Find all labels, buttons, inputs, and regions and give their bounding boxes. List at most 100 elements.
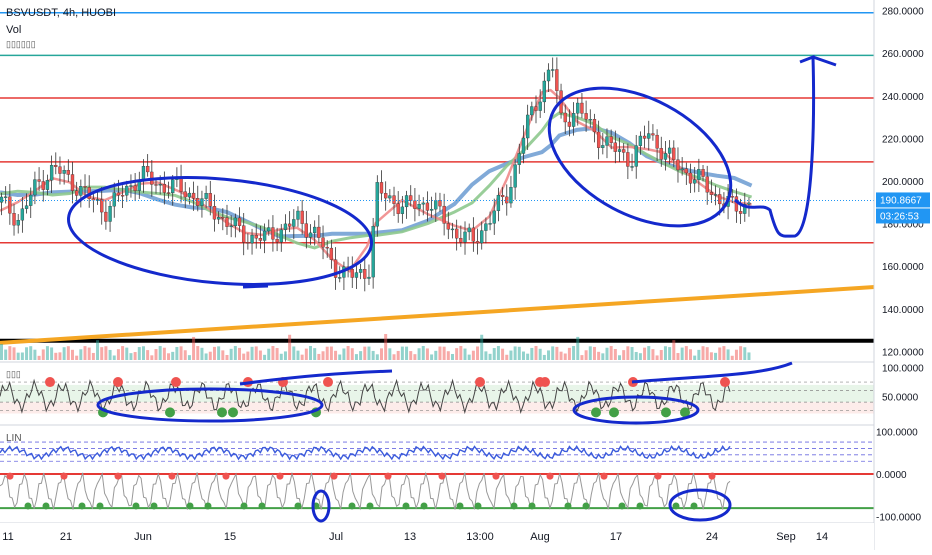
candle (521, 137, 526, 154)
volume-bar (150, 355, 154, 360)
volume-bar (680, 347, 684, 360)
candle (204, 193, 208, 199)
osc1-signal-dot (45, 377, 55, 388)
candle (459, 238, 463, 243)
candle (659, 148, 663, 160)
candle (8, 196, 12, 214)
price-tick-label: 120.0000 (882, 347, 924, 358)
candle (216, 217, 221, 220)
volume-bar (663, 346, 667, 360)
candle (684, 168, 688, 174)
osc2-tick-label: -100.0000 (876, 513, 921, 524)
volume-bar (421, 346, 425, 360)
volume-bar (325, 346, 329, 360)
volume-bar (296, 350, 300, 360)
candle (617, 149, 622, 152)
osc2-signal-dot (438, 472, 446, 480)
candle (588, 119, 592, 121)
candle (584, 113, 588, 120)
moving-average-fast (0, 88, 752, 273)
price-tick-label: 280.0000 (882, 7, 924, 18)
osc2-signal-dot (78, 502, 86, 510)
osc2-signal-dot (708, 472, 716, 480)
volume-bar (96, 340, 100, 360)
volume-bar (121, 346, 125, 360)
candle (713, 194, 718, 196)
volume-bar (300, 354, 304, 360)
candle (350, 269, 354, 278)
candle (596, 131, 601, 148)
volume-bar (359, 351, 363, 360)
volume-bar (618, 355, 622, 360)
volume-bar (425, 348, 429, 360)
volume-bar (743, 347, 747, 360)
volume-bar (576, 336, 580, 360)
osc1-signal-dot (217, 407, 227, 418)
osc2-signal-dot (96, 502, 104, 510)
candle (358, 269, 363, 273)
volume-bar (542, 354, 546, 360)
candle (287, 223, 292, 227)
volume-bar (697, 349, 701, 360)
volume-bar (630, 347, 634, 360)
candle (229, 225, 233, 228)
indicator-label: ▯▯▯▯▯▯ (6, 39, 36, 49)
candle (688, 172, 693, 184)
volume-bar (455, 348, 459, 360)
candle (58, 166, 62, 174)
volume-bar (221, 350, 225, 360)
volume-bar (346, 346, 350, 360)
volume-bar (438, 346, 442, 360)
candle (475, 241, 480, 244)
candle (37, 179, 41, 182)
candle (321, 237, 325, 248)
candle (638, 135, 643, 146)
annotation-ellipse (547, 86, 733, 228)
candle (296, 210, 300, 220)
candle (183, 191, 187, 198)
candle (626, 152, 630, 167)
osc2-signal-dot (168, 472, 176, 480)
time-tick-label: 17 (610, 531, 622, 543)
volume-bar (137, 347, 141, 360)
volume-bar (263, 354, 267, 360)
chart-stage: 280.0000 260.0000 240.0000 220.0000 200.0000… (0, 0, 932, 550)
candle (622, 149, 626, 153)
volume-bar (258, 350, 262, 360)
candle (233, 217, 237, 227)
volume-bar (342, 348, 346, 360)
price-tick-label: 220.0000 (882, 134, 924, 145)
volume-bar (313, 348, 317, 360)
annotation-stroke (631, 361, 793, 384)
volume-bar (167, 353, 171, 360)
osc2-tick-label: 100.0000 (876, 427, 918, 438)
candle (601, 145, 605, 148)
price-tick-label: 200.0000 (882, 177, 924, 188)
candle (388, 195, 392, 199)
candle (246, 242, 250, 244)
volume-bar (413, 354, 417, 360)
candle (429, 208, 434, 211)
osc2-upper-line (0, 444, 731, 461)
candle (191, 192, 196, 199)
osc2-signal-dot (600, 472, 608, 480)
candle (396, 203, 400, 214)
volume-bar (388, 348, 392, 360)
candle (400, 206, 405, 214)
volume-bar (62, 347, 66, 360)
candle (450, 228, 455, 231)
volume-bar (521, 351, 525, 360)
candle (471, 227, 476, 242)
time-tick-label: 13 (404, 531, 416, 543)
price-tick-label: 140.0000 (882, 305, 924, 316)
candle (133, 185, 137, 191)
candle (630, 166, 634, 168)
volume-bar (446, 351, 450, 360)
candle (304, 223, 308, 238)
candle (500, 194, 505, 198)
candle (367, 276, 371, 279)
osc2-signal-dot (546, 472, 554, 480)
volume-bar (37, 355, 41, 360)
price-tick-label: 160.0000 (882, 262, 924, 273)
osc1-signal-dot (720, 377, 730, 388)
